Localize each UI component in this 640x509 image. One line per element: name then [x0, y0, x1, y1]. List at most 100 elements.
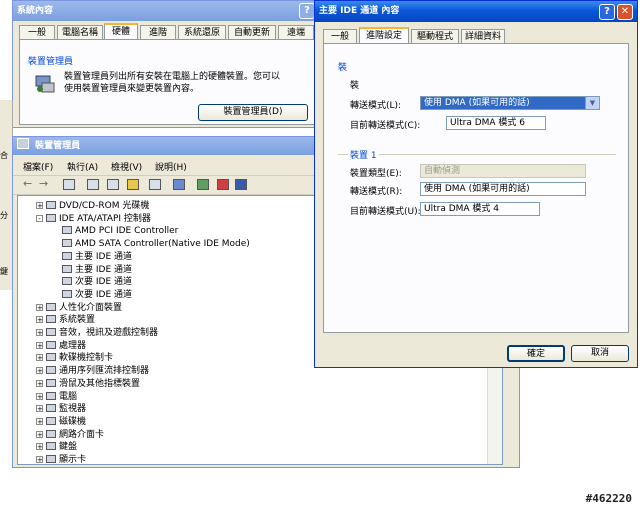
expand-icon[interactable]: + — [36, 379, 43, 387]
tab-computer-name[interactable]: 電腦名稱 — [57, 25, 103, 39]
tree-row[interactable]: + 通用序列匯流排控制器 — [36, 365, 149, 377]
expand-icon[interactable]: + — [36, 303, 43, 311]
tab-advanced-settings[interactable]: 進階設定 — [359, 27, 409, 43]
tab-hardware[interactable]: 硬體 — [104, 23, 138, 39]
tree-row-label: 人性化介面裝置 — [59, 302, 123, 313]
tab-label: 進階 — [148, 28, 167, 38]
tree-row[interactable]: + 電腦 — [36, 391, 77, 403]
device1-transfer-mode-select[interactable]: 使用 DMA (如果可用的話) — [420, 182, 586, 196]
disable-device-icon[interactable] — [235, 179, 247, 190]
device-manager-button[interactable]: 裝置管理員(D) — [198, 104, 308, 121]
tab-general[interactable]: 一般 — [19, 25, 55, 39]
device1-current-mode-field: Ultra DMA 模式 4 — [420, 202, 540, 216]
expand-icon[interactable]: + — [36, 341, 43, 349]
expand-icon[interactable]: + — [36, 417, 43, 425]
device-category-icon — [46, 404, 56, 413]
tree-row[interactable]: 主要 IDE 通道 — [62, 251, 132, 263]
help-icon[interactable]: ? — [299, 3, 315, 19]
tab-label: 自動更新 — [233, 28, 270, 38]
properties-icon[interactable] — [87, 179, 99, 190]
tree-row[interactable]: AMD PCI IDE Controller — [62, 225, 178, 237]
device-category-icon — [46, 213, 56, 222]
back-arrow-icon[interactable]: ← — [23, 177, 32, 190]
system-properties-title: 系統內容 — [17, 6, 54, 16]
forward-arrow-icon[interactable]: → — [39, 177, 48, 190]
device-manager-icon — [34, 72, 56, 94]
help-icon[interactable]: ? — [599, 4, 615, 20]
tree-row[interactable]: + 監視器 — [36, 403, 86, 415]
menu-help[interactable]: 說明(H) — [155, 160, 187, 173]
tree-row[interactable]: + 人性化介面裝置 — [36, 302, 122, 314]
hardware-tab-panel: 裝置管理員 裝置管理員列出所有安裝在電腦上的硬體裝置。您可以 使用裝置管理員來變… — [19, 39, 315, 125]
tab-advanced[interactable]: 進階 — [140, 25, 176, 39]
tree-row-label: 電腦 — [59, 391, 78, 402]
tree-row[interactable]: + 網路介面卡 — [36, 429, 104, 441]
tab-remote[interactable]: 遠端 — [278, 25, 314, 39]
tree-row[interactable]: 次要 IDE 通道 — [62, 289, 132, 301]
advanced-settings-panel: 裝 裝 轉送模式(L): 使用 DMA (如果可用的話) ▼ 目前轉送模式(C)… — [323, 43, 629, 333]
tree-row[interactable]: 主要 IDE 通道 — [62, 264, 132, 276]
device0-current-mode-field: Ultra DMA 模式 6 — [446, 116, 546, 130]
tab-label: 驅動程式 — [416, 32, 453, 42]
tree-row[interactable]: + 顯示卡 — [36, 454, 86, 466]
tree-row[interactable]: + 軟碟機控制卡 — [36, 352, 113, 364]
tree-row-label: 網路介面卡 — [59, 429, 105, 440]
print-icon[interactable] — [107, 179, 119, 190]
tree-row[interactable]: - IDE ATA/ATAPI 控制器 — [36, 213, 151, 225]
tree-row[interactable]: + 滑鼠及其他指標裝置 — [36, 378, 140, 390]
tab-details[interactable]: 詳細資料 — [461, 29, 505, 43]
menu-action[interactable]: 執行(A) — [67, 160, 98, 173]
device-category-icon — [62, 277, 72, 286]
expand-icon[interactable]: + — [36, 367, 43, 375]
device-category-icon — [46, 328, 56, 336]
ok-button[interactable]: 確定 — [507, 345, 565, 362]
tree-row[interactable]: + 處理器 — [36, 340, 86, 352]
help-book-icon[interactable] — [127, 179, 139, 190]
tree-row[interactable]: + DVD/CD-ROM 光碟機 — [36, 200, 149, 212]
expand-icon[interactable]: + — [36, 405, 43, 413]
tree-row-label: 次要 IDE 通道 — [75, 277, 132, 288]
update-driver-icon[interactable] — [197, 179, 209, 190]
uninstall-icon[interactable] — [217, 179, 229, 190]
tree-row[interactable]: + 音效，視訊及遊戲控制器 — [36, 327, 158, 339]
expand-icon[interactable]: + — [36, 392, 43, 400]
collapse-icon[interactable]: - — [36, 214, 43, 222]
expand-icon[interactable]: + — [36, 354, 43, 362]
tab-automatic-updates[interactable]: 自動更新 — [228, 25, 276, 39]
expand-icon[interactable]: + — [36, 329, 43, 337]
tree-row-label: 監視器 — [59, 404, 87, 415]
tree-row[interactable]: AMD SATA Controller(Native IDE Mode) — [62, 238, 250, 250]
device-manager-app-icon — [17, 138, 29, 149]
tab-driver[interactable]: 驅動程式 — [411, 29, 459, 43]
tree-row-label: 滑鼠及其他指標裝置 — [59, 378, 141, 389]
expand-icon[interactable]: + — [36, 430, 43, 438]
device-category-icon — [46, 378, 56, 387]
expand-icon[interactable]: + — [36, 316, 43, 324]
system-properties-titlebar[interactable]: 系統內容 — [13, 1, 319, 21]
tree-row-label: 次要 IDE 通道 — [75, 289, 132, 300]
tree-row-label: 通用序列匯流排控制器 — [59, 366, 150, 377]
refresh-view-icon[interactable] — [149, 179, 161, 190]
expand-icon[interactable]: + — [36, 456, 43, 464]
tree-row[interactable]: + 磁碟機 — [36, 416, 86, 428]
device-category-icon — [62, 239, 72, 248]
chevron-down-icon[interactable]: ▼ — [585, 97, 599, 109]
scan-hardware-icon[interactable] — [173, 179, 185, 190]
close-icon[interactable]: ✕ — [617, 4, 633, 20]
tree-row[interactable]: + 系統裝置 — [36, 314, 95, 326]
menu-file[interactable]: 檔案(F) — [23, 160, 53, 173]
menu-view[interactable]: 檢視(V) — [111, 160, 142, 173]
cancel-button[interactable]: 取消 — [571, 345, 629, 362]
device0-transfer-mode-select[interactable]: 使用 DMA (如果可用的話) ▼ — [420, 96, 600, 110]
tab-system-restore[interactable]: 系統還原 — [178, 25, 226, 39]
ide-properties-titlebar[interactable]: 主要 IDE 通道 內容 — [315, 1, 637, 22]
device-category-icon — [62, 289, 72, 298]
device0-transfer-mode-value: 使用 DMA (如果可用的話) — [424, 98, 530, 108]
tree-row[interactable]: + 鍵盤 — [36, 441, 77, 453]
tree-row[interactable]: 次要 IDE 通道 — [62, 276, 132, 288]
tab-general[interactable]: 一般 — [323, 29, 357, 43]
console-tree-icon[interactable] — [63, 179, 75, 190]
device-manager-group-title: 裝置管理員 — [28, 57, 74, 67]
expand-icon[interactable]: + — [36, 443, 43, 451]
expand-icon[interactable]: + — [36, 202, 43, 210]
